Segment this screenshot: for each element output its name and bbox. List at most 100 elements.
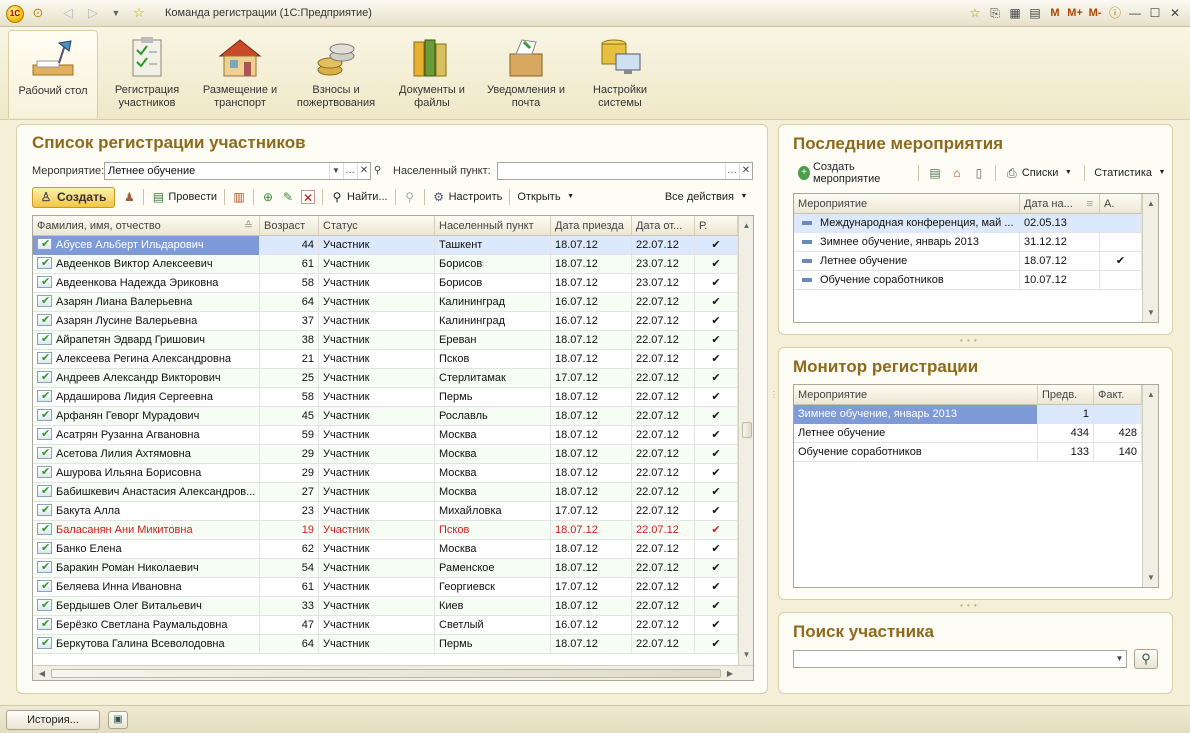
table-row[interactable]: Асатрян Рузанна Агвановна59УчастникМоскв… bbox=[33, 426, 738, 445]
scroll-up-icon[interactable]: ▲ bbox=[1143, 196, 1158, 212]
horizontal-scrollbar[interactable]: ◀ ▶ bbox=[33, 665, 753, 680]
scroll-down-icon[interactable]: ▼ bbox=[1143, 570, 1158, 586]
table-row[interactable]: Авдеенков Виктор Алексеевич61УчастникБор… bbox=[33, 255, 738, 274]
event-filter-field[interactable]: Летнее обучение ▼ … ✕ bbox=[104, 162, 371, 180]
delete-icon[interactable]: ✕ bbox=[298, 187, 318, 207]
back-arrow-icon[interactable]: ◁ bbox=[60, 5, 76, 21]
column-header-departure[interactable]: Дата от... bbox=[632, 216, 695, 236]
table-row[interactable]: Беляева Инна Ивановна61УчастникГеоргиевс… bbox=[33, 578, 738, 597]
calculator-icon[interactable]: ▦ bbox=[1006, 4, 1024, 22]
link-icon[interactable]: ⎘ bbox=[986, 4, 1004, 22]
search-button[interactable]: ⚲ bbox=[1134, 649, 1158, 669]
info-icon[interactable]: ⓘ bbox=[1106, 4, 1124, 22]
book-icon[interactable]: ▯ bbox=[969, 163, 989, 183]
all-actions-button[interactable]: Все действия ▼ bbox=[662, 187, 754, 207]
table-row[interactable]: Летнее обучение 18.07.12 ✔ bbox=[794, 252, 1142, 271]
city-filter-field[interactable]: … ✕ bbox=[497, 162, 753, 180]
section-documents[interactable]: Документы и файлы bbox=[387, 30, 477, 118]
column-header-city[interactable]: Населенный пункт bbox=[435, 216, 551, 236]
ellipsis-icon[interactable]: … bbox=[725, 163, 738, 179]
create-button[interactable]: ♙ Создать bbox=[32, 186, 116, 208]
column-header-fact[interactable]: Факт. bbox=[1094, 385, 1142, 405]
close-icon[interactable]: ✕ bbox=[1166, 4, 1184, 22]
scroll-thumb[interactable] bbox=[51, 669, 721, 678]
statistics-button[interactable]: Статистика ▼ bbox=[1091, 163, 1172, 183]
minimize-icon[interactable]: — bbox=[1126, 4, 1144, 22]
column-header-event[interactable]: Мероприятие bbox=[794, 194, 1020, 214]
section-registration[interactable]: Регистрация участников bbox=[102, 30, 192, 118]
history-button[interactable]: История... bbox=[6, 710, 100, 730]
scroll-thumb[interactable] bbox=[742, 422, 752, 438]
horizontal-splitter[interactable]: • • • bbox=[960, 601, 978, 610]
participant-search-input[interactable]: ▼ bbox=[793, 650, 1127, 668]
column-header-arrival[interactable]: Дата приезда bbox=[551, 216, 632, 236]
table-row[interactable]: Арфанян Геворг Мурадович45УчастникРослав… bbox=[33, 407, 738, 426]
table-row[interactable]: Андреев Александр Викторович25УчастникСт… bbox=[33, 369, 738, 388]
section-settings[interactable]: Настройки системы bbox=[575, 30, 665, 118]
column-header-r[interactable]: Р. bbox=[695, 216, 738, 236]
main-menu-icon[interactable]: ⊙ bbox=[30, 5, 46, 21]
report-icon[interactable]: ▥ bbox=[229, 187, 249, 207]
star-add-icon[interactable]: ☆ bbox=[966, 4, 984, 22]
clear-icon[interactable]: ✕ bbox=[739, 163, 752, 179]
dropdown-arrow-icon[interactable]: ▼ bbox=[1113, 651, 1126, 667]
section-notifications[interactable]: Уведомления и почта bbox=[481, 30, 571, 118]
table-row[interactable]: Бабишкевич Анастасия Александров...27Уча… bbox=[33, 483, 738, 502]
forward-arrow-icon[interactable]: ▷ bbox=[85, 5, 101, 21]
favorite-star-icon[interactable]: ☆ bbox=[131, 5, 147, 21]
scroll-down-icon[interactable]: ▼ bbox=[1143, 305, 1158, 321]
column-header-a[interactable]: А. bbox=[1100, 194, 1142, 214]
1c-logo-icon[interactable]: 1С bbox=[6, 5, 24, 23]
table-row[interactable]: Авдеенкова Надежда Эриковна58УчастникБор… bbox=[33, 274, 738, 293]
table-row[interactable]: Зимнее обучение, январь 2013 1 bbox=[794, 405, 1142, 424]
memory-m-plus-button[interactable]: M+ bbox=[1066, 4, 1084, 22]
find-button[interactable]: ⚲ Найти... bbox=[327, 187, 391, 207]
vertical-scrollbar[interactable]: ▲ ▼ bbox=[1142, 194, 1158, 322]
vertical-scrollbar[interactable]: ▲ ▼ bbox=[1142, 385, 1158, 587]
memory-m-button[interactable]: M bbox=[1046, 4, 1064, 22]
ellipsis-icon[interactable]: … bbox=[343, 163, 356, 179]
column-header-pre[interactable]: Предв. bbox=[1038, 385, 1094, 405]
lists-button[interactable]: ⎙ Списки ▼ bbox=[1002, 163, 1079, 183]
horizontal-splitter[interactable]: • • • bbox=[960, 336, 978, 345]
column-header-name[interactable]: Фамилия, имя, отчество ≙ bbox=[33, 216, 260, 236]
cancel-search-icon[interactable]: ⚲ bbox=[400, 187, 420, 207]
copy-icon[interactable]: ⊕ bbox=[258, 187, 278, 207]
home-icon[interactable]: ⌂ bbox=[947, 163, 967, 183]
table-row[interactable]: Баласанян Ани Микитовна19УчастникПсков18… bbox=[33, 521, 738, 540]
windows-icon[interactable]: ▣ bbox=[108, 711, 128, 729]
history-dropdown-icon[interactable]: ▼ bbox=[108, 5, 124, 21]
table-row[interactable]: Айрапетян Эдвард Гришович38УчастникЕрева… bbox=[33, 331, 738, 350]
table-row[interactable]: Асетова Лилия Ахтямовна29УчастникМосква1… bbox=[33, 445, 738, 464]
column-header-age[interactable]: Возраст bbox=[260, 216, 319, 236]
vertical-scrollbar[interactable]: ▲ ▼ bbox=[738, 216, 753, 665]
table-row[interactable]: Обучение соработников 133 140 bbox=[794, 443, 1142, 462]
open-menu-button[interactable]: Открыть ▼ bbox=[514, 187, 580, 207]
scroll-right-icon[interactable]: ▶ bbox=[723, 666, 737, 680]
table-row[interactable]: Обучение соработников 10.07.12 bbox=[794, 271, 1142, 290]
table-row[interactable]: Азарян Лиана Валерьевна64УчастникКалинин… bbox=[33, 293, 738, 312]
table-row[interactable]: Ардаширова Лидия Сергеевна58УчастникПерм… bbox=[33, 388, 738, 407]
scroll-up-icon[interactable]: ▲ bbox=[1143, 387, 1158, 403]
section-accommodation[interactable]: Размещение и транспорт bbox=[195, 30, 285, 118]
table-row[interactable]: Баракин Роман Николаевич54УчастникРаменс… bbox=[33, 559, 738, 578]
table-row[interactable]: Алексеева Регина Александровна21Участник… bbox=[33, 350, 738, 369]
clear-icon[interactable]: ✕ bbox=[357, 163, 370, 179]
configure-button[interactable]: ⚙ Настроить bbox=[429, 187, 506, 207]
maximize-icon[interactable]: ☐ bbox=[1146, 4, 1164, 22]
post-button[interactable]: ▤ Провести bbox=[148, 187, 220, 207]
table-row[interactable]: Абусев Альберт Ильдарович44УчастникТашке… bbox=[33, 236, 738, 255]
table-row[interactable]: Зимнее обучение, январь 2013 31.12.12 bbox=[794, 233, 1142, 252]
search-icon[interactable]: ⚲ bbox=[371, 163, 384, 179]
scroll-left-icon[interactable]: ◀ bbox=[35, 666, 49, 680]
users-icon[interactable]: ♟ bbox=[119, 187, 139, 207]
table-row[interactable]: Азарян Лусине Валерьевна37УчастникКалини… bbox=[33, 312, 738, 331]
table-row[interactable]: Бердышев Олег Витальевич33УчастникКиев18… bbox=[33, 597, 738, 616]
memory-m-minus-button[interactable]: M- bbox=[1086, 4, 1104, 22]
column-header-status[interactable]: Статус bbox=[319, 216, 435, 236]
scroll-up-icon[interactable]: ▲ bbox=[739, 218, 753, 234]
column-header-event[interactable]: Мероприятие bbox=[794, 385, 1038, 405]
table-row[interactable]: Ашурова Ильяна Борисовна29УчастникМосква… bbox=[33, 464, 738, 483]
table-row[interactable]: Беркутова Галина Всеволодовна64УчастникП… bbox=[33, 635, 738, 654]
section-payments[interactable]: Взносы и пожертвования bbox=[291, 30, 381, 118]
